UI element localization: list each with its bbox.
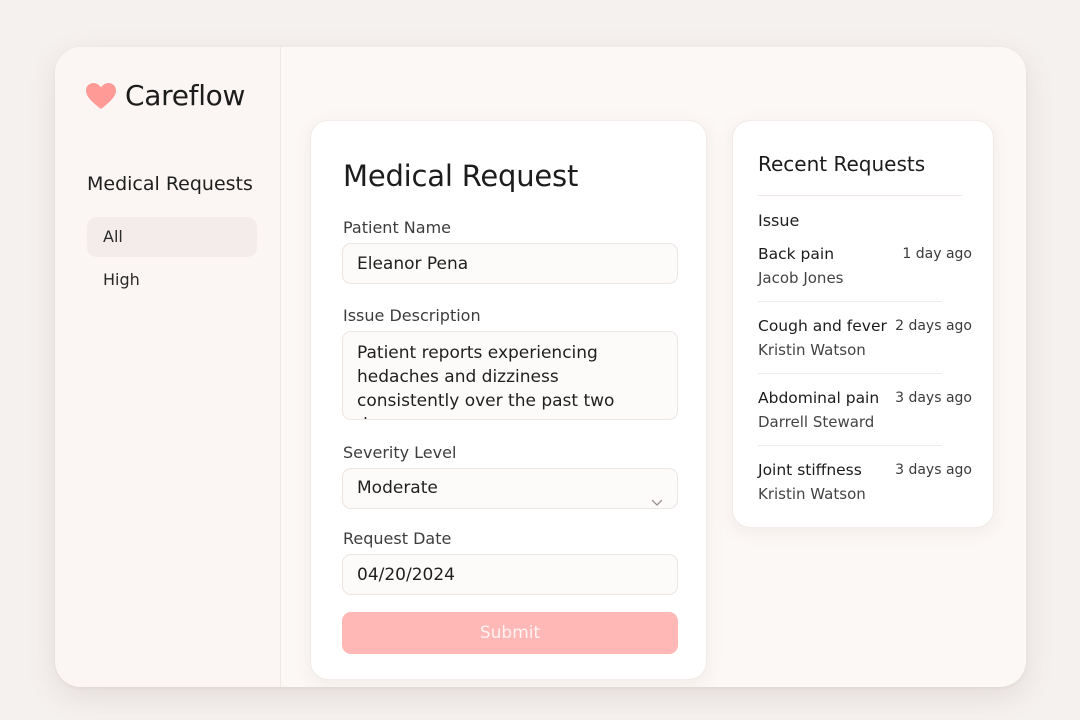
- request-issue: Back pain: [758, 245, 835, 263]
- brand: Careflow: [85, 79, 245, 112]
- request-time: 3 days ago: [895, 390, 972, 406]
- severity-level-select[interactable]: Moderate: [342, 468, 678, 509]
- request-date-label: Request Date: [343, 529, 452, 548]
- brand-name: Careflow: [125, 79, 246, 112]
- severity-level-label: Severity Level: [343, 443, 457, 462]
- patient-name: Darrell Steward: [758, 413, 875, 431]
- recent-request-item[interactable]: Cough and fever 2 days ago Kristin Watso…: [758, 317, 972, 389]
- issue-description-textarea[interactable]: Patient reports experiencing hedaches an…: [342, 331, 678, 420]
- divider: [758, 301, 942, 302]
- patient-name-label: Patient Name: [343, 218, 451, 237]
- request-issue: Abdominal pain: [758, 389, 880, 407]
- patient-name: Jacob Jones: [758, 269, 844, 287]
- divider: [758, 445, 942, 446]
- recent-request-item[interactable]: Joint stiffness 3 days ago Kristin Watso…: [758, 461, 972, 533]
- patient-name-input[interactable]: [342, 243, 678, 284]
- heart-icon: [85, 82, 117, 110]
- issue-column-header: Issue: [758, 211, 800, 230]
- medical-request-form: Medical Request Patient Name Issue Descr…: [310, 120, 707, 680]
- request-date-input[interactable]: [342, 554, 678, 595]
- sidebar-item-all[interactable]: All: [87, 217, 257, 257]
- sidebar: Careflow Medical Requests All High: [55, 47, 281, 687]
- form-title: Medical Request: [343, 159, 579, 193]
- request-time: 1 day ago: [902, 246, 972, 262]
- recent-requests-title: Recent Requests: [758, 152, 926, 176]
- patient-name: Kristin Watson: [758, 485, 866, 503]
- divider: [758, 373, 942, 374]
- recent-requests-panel: Recent Requests Issue Back pain 1 day ag…: [732, 120, 994, 528]
- request-issue: Joint stiffness: [758, 461, 862, 479]
- chevron-down-icon: [651, 483, 663, 522]
- sidebar-item-high[interactable]: High: [87, 260, 257, 300]
- request-issue: Cough and fever: [758, 317, 887, 335]
- sidebar-title: Medical Requests: [87, 173, 253, 195]
- issue-description-label: Issue Description: [343, 306, 481, 325]
- patient-name: Kristin Watson: [758, 341, 866, 359]
- divider: [758, 195, 962, 196]
- severity-level-value: Moderate: [357, 478, 438, 498]
- app-window: Careflow Medical Requests All High Medic…: [55, 47, 1026, 687]
- submit-button[interactable]: Submit: [342, 612, 678, 654]
- request-time: 3 days ago: [895, 462, 972, 478]
- recent-request-item[interactable]: Abdominal pain 3 days ago Darrell Stewar…: [758, 389, 972, 461]
- recent-request-item[interactable]: Back pain 1 day ago Jacob Jones: [758, 245, 972, 317]
- request-time: 2 days ago: [895, 318, 972, 334]
